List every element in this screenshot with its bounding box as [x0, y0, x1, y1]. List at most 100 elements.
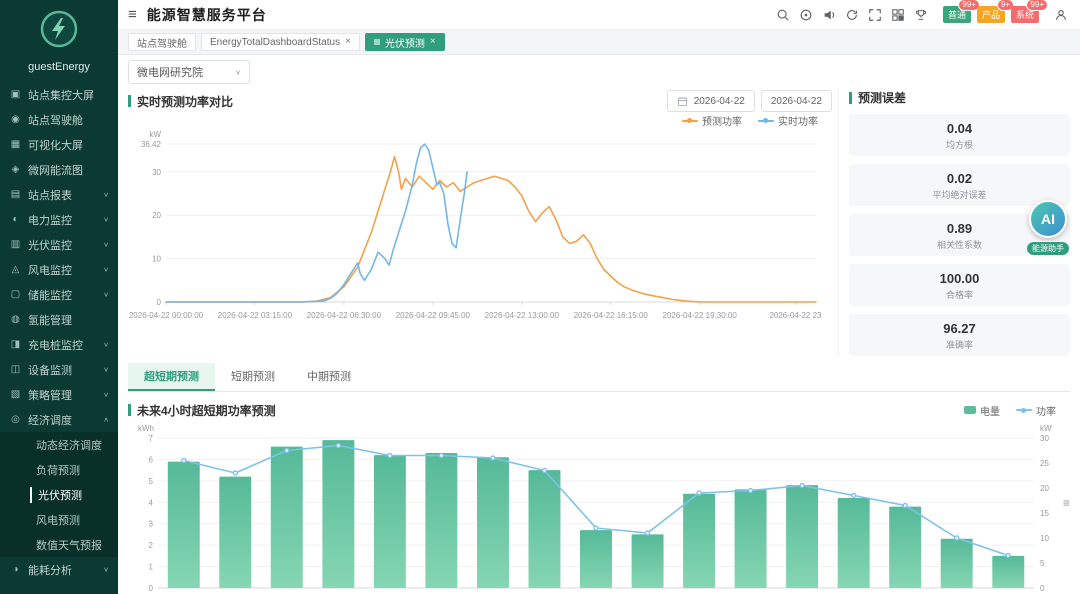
menu-toggle-icon[interactable]: ≡	[128, 6, 137, 23]
legend-forecast-power[interactable]: 预测功率	[682, 113, 742, 128]
notification-badges: 普通99+ 产品9+ 系统99+	[937, 6, 1039, 23]
sidebar-item-report[interactable]: ▤站点报表∨	[0, 182, 118, 207]
sidebar-item-storage-monitor[interactable]: ▢储能监控∨	[0, 282, 118, 307]
sidebar-item-control-screen[interactable]: ▣站点集控大屏	[0, 82, 118, 107]
badge-system[interactable]: 系统99+	[1011, 6, 1039, 23]
sidebar-item-dispatch[interactable]: ◎经济调度∧	[0, 407, 118, 432]
sidebar-item-power-monitor[interactable]: ◐电力监控∨	[0, 207, 118, 232]
sidebar-item-weather-forecast[interactable]: 数值天气预报	[0, 532, 118, 557]
subtab-short-term[interactable]: 短期预测	[215, 363, 291, 391]
sidebar-item-label: 策略管理	[28, 387, 72, 403]
sidebar-item-strategy[interactable]: ▧策略管理∨	[0, 382, 118, 407]
sidebar-item-label: 微网能流图	[28, 162, 83, 178]
tab-close-icon[interactable]: ×	[345, 37, 351, 47]
tab-energy-total-dashboard[interactable]: EnergyTotalDashboardStatus×	[201, 33, 360, 51]
chevron-down-icon: ∨	[103, 216, 109, 223]
sidebar-item-energy-flow[interactable]: ◈ 微网能流图	[0, 157, 118, 182]
app-title: 能源智慧服务平台	[147, 5, 267, 25]
username: guestEnergy	[0, 56, 118, 82]
sidebar-item-label: 储能监控	[28, 287, 72, 303]
date-from-value: 2026-04-22	[694, 96, 745, 107]
svg-text:5: 5	[1040, 559, 1045, 568]
legend-energy[interactable]: 电量	[964, 403, 1000, 418]
sidebar-item-hydrogen[interactable]: ◍氢能管理	[0, 307, 118, 332]
sidebar-submenu: 动态经济调度负荷预测光伏预测风电预测数值天气预报	[0, 432, 118, 557]
bar-energy	[735, 489, 767, 588]
bar-energy	[271, 447, 303, 588]
subtab-mid-term[interactable]: 中期预测	[291, 363, 367, 391]
stat-card-pass-rate: 100.00合格率	[849, 264, 1070, 306]
badge-product[interactable]: 产品9+	[977, 6, 1005, 23]
user-icon[interactable]	[1054, 8, 1068, 22]
energy-flow-icon: ◈	[9, 164, 22, 175]
sidebar-item-cockpit[interactable]: ◉站点驾驶舱	[0, 107, 118, 132]
legend-bar-marker	[964, 406, 976, 414]
sidebar-item-label: 站点驾驶舱	[28, 112, 83, 128]
sidebar-item-label: 电力监控	[28, 212, 72, 228]
refresh-icon[interactable]	[845, 8, 859, 22]
chevron-down-icon: ∨	[103, 341, 109, 348]
svg-text:2026-04-22 13:00:00: 2026-04-22 13:00:00	[485, 311, 560, 320]
svg-text:30: 30	[152, 168, 161, 177]
volume-icon[interactable]	[822, 8, 836, 22]
device-monitor-icon: ◫	[9, 364, 22, 375]
bar-energy	[580, 530, 612, 588]
forecast-chart: 01234567051015202530kWhkW2026-04-22 11:3…	[128, 422, 1070, 594]
fullscreen-icon[interactable]	[868, 8, 882, 22]
bar-energy	[529, 470, 561, 588]
ai-assistant-button[interactable]: AI 能源助手	[1023, 200, 1073, 256]
legend-actual-power[interactable]: 实时功率	[758, 113, 818, 128]
apps-grid-icon[interactable]	[891, 8, 905, 22]
legend-power[interactable]: 功率	[1016, 403, 1056, 418]
title-accent-bar	[128, 404, 131, 416]
report-icon: ▤	[9, 189, 22, 200]
sidebar-item-energy-analysis[interactable]: ◑能耗分析∨	[0, 557, 118, 582]
trophy-icon[interactable]	[914, 8, 928, 22]
tab-cockpit[interactable]: 站点驾驶舱	[128, 33, 196, 51]
station-select[interactable]: 微电网研究院 ∨	[128, 60, 250, 84]
bar-energy	[941, 539, 973, 588]
tab-pv-forecast[interactable]: 光伏预测×	[365, 33, 445, 51]
app-root: guestEnergy ▣站点集控大屏◉站点驾驶舱▦可视化大屏◈微网能流图▤站点…	[0, 0, 1080, 594]
legend-label: 功率	[1036, 403, 1056, 418]
date-to-input[interactable]: 2026-04-22	[761, 90, 832, 112]
svg-text:6: 6	[149, 455, 154, 464]
sidebar-item-charger-monitor[interactable]: ◨充电桩监控∨	[0, 332, 118, 357]
bar-energy	[838, 498, 870, 588]
svg-text:2026-04-22 09:45:00: 2026-04-22 09:45:00	[396, 311, 471, 320]
sidebar: guestEnergy ▣站点集控大屏◉站点驾驶舱▦可视化大屏◈微网能流图▤站点…	[0, 0, 118, 594]
svg-text:0: 0	[149, 584, 154, 593]
record-icon[interactable]	[799, 8, 813, 22]
legend-label: 预测功率	[702, 113, 742, 128]
app-logo	[0, 0, 118, 56]
sidebar-item-label: 设备监测	[28, 362, 72, 378]
sidebar-item-dynamic-dispatch[interactable]: 动态经济调度	[0, 432, 118, 457]
svg-text:10: 10	[152, 255, 161, 264]
tab-close-icon[interactable]: ×	[430, 37, 436, 47]
sidebar-item-wind-forecast[interactable]: 风电预测	[0, 507, 118, 532]
date-to-value: 2026-04-22	[771, 96, 822, 107]
legend-line-marker	[758, 120, 774, 122]
calendar-icon	[677, 96, 688, 107]
sidebar-item-wind-monitor[interactable]: ◬风电监控∨	[0, 257, 118, 282]
subtab-ultra-short-term[interactable]: 超短期预测	[128, 363, 215, 391]
sidebar-item-load-forecast[interactable]: 负荷预测	[0, 457, 118, 482]
dispatch-icon: ◎	[9, 414, 22, 425]
topbar-actions: 普通99+ 产品9+ 系统99+	[776, 6, 1068, 23]
bar-energy	[683, 494, 715, 588]
bar-energy	[786, 485, 818, 588]
sidebar-item-device-monitor[interactable]: ◫设备监测∨	[0, 357, 118, 382]
sidebar-item-visual-screen[interactable]: ▦可视化大屏	[0, 132, 118, 157]
sidebar-item-pv-monitor[interactable]: ▥光伏监控∨	[0, 232, 118, 257]
sidebar-item-label: 站点集控大屏	[28, 87, 94, 103]
sidebar-item-pv-forecast[interactable]: 光伏预测	[0, 482, 118, 507]
svg-text:2026-04-22 16:15:00: 2026-04-22 16:15:00	[574, 311, 649, 320]
energy-analysis-icon: ◑	[9, 564, 22, 575]
chart-toolbox-icon[interactable]: ≡	[1063, 496, 1070, 510]
forecast-panel-title: 未来4小时超短期功率预测	[128, 402, 276, 419]
search-icon[interactable]	[776, 8, 790, 22]
chevron-down-icon: ∨	[103, 266, 109, 273]
date-from-input[interactable]: 2026-04-22	[667, 90, 755, 112]
badge-normal[interactable]: 普通99+	[943, 6, 971, 23]
sidebar-subitem-label: 光伏预测	[30, 487, 82, 503]
